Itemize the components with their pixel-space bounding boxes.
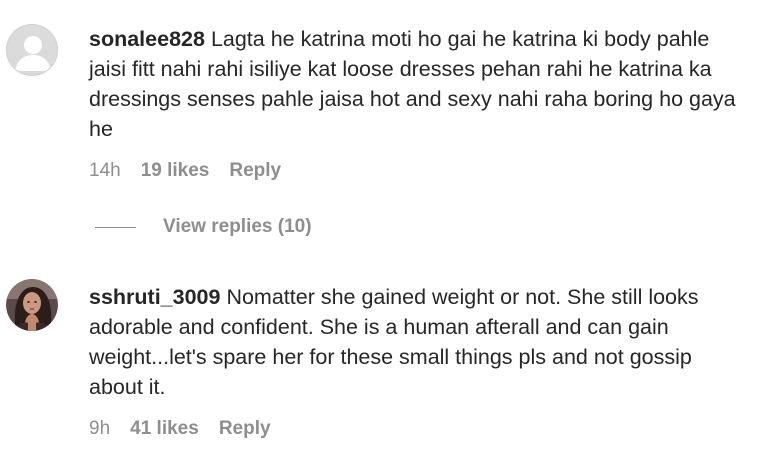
comment-likes[interactable]: 41 likes: [130, 418, 199, 440]
comment-meta: 9h 41 likes Reply: [89, 418, 749, 440]
comment-meta: 14h 19 likes Reply: [89, 160, 749, 182]
comment-time: 9h: [89, 418, 111, 439]
reply-button[interactable]: Reply: [219, 418, 271, 440]
comment-time: 14h: [89, 160, 121, 181]
comment-text-block: sshruti_3009 Nomatter she gained weight …: [89, 282, 749, 402]
comment-username[interactable]: sshruti_3009: [89, 285, 220, 309]
comment-username[interactable]: sonalee828: [89, 27, 205, 51]
profile-photo: [6, 279, 58, 331]
comment-body: sonalee828 Lagta he katrina moti ho gai …: [89, 24, 749, 182]
comment-body: sshruti_3009 Nomatter she gained weight …: [89, 282, 749, 440]
view-replies-label: View replies (10): [163, 216, 312, 237]
comment-item: sonalee828 Lagta he katrina moti ho gai …: [0, 0, 763, 260]
comment-text-block: sonalee828 Lagta he katrina moti ho gai …: [89, 24, 749, 144]
profile-photo-avatar[interactable]: [6, 279, 58, 331]
reply-button[interactable]: Reply: [229, 160, 281, 182]
comment-item: sshruti_3009 Nomatter she gained weight …: [0, 262, 763, 450]
person-silhouette-icon: [7, 25, 57, 75]
view-replies-button[interactable]: View replies (10): [95, 216, 312, 238]
comment-likes[interactable]: 19 likes: [141, 160, 210, 182]
replies-divider-line: [95, 226, 136, 228]
default-avatar-icon[interactable]: [6, 24, 58, 76]
